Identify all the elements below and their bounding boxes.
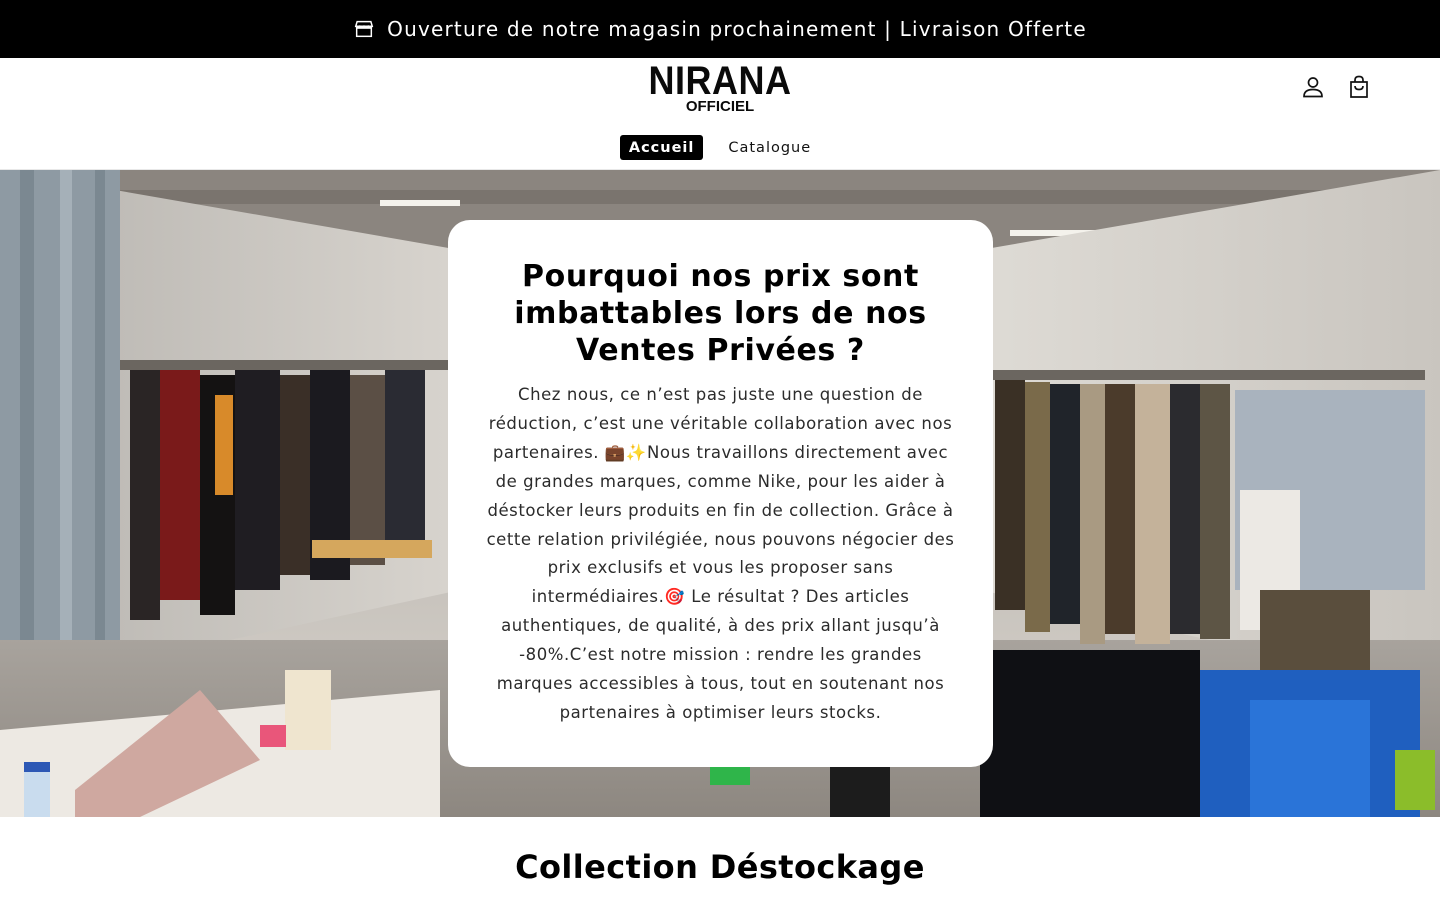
header-icons	[1300, 74, 1372, 100]
collection-title: Collection Déstockage	[515, 848, 925, 886]
logo-main-text: NIRANA	[648, 57, 792, 103]
nav-item-accueil[interactable]: Accueil	[619, 135, 704, 160]
cart-icon[interactable]	[1346, 74, 1372, 100]
hero-title: Pourquoi nos prix sont imbattables lors …	[514, 259, 927, 368]
nav-item-catalogue[interactable]: Catalogue	[719, 135, 820, 160]
account-icon[interactable]	[1300, 74, 1326, 100]
hero-card: Pourquoi nos prix sont imbattables lors …	[448, 220, 993, 767]
site-header: NIRANA OFFICIEL Accueil Catalogue	[0, 58, 1440, 170]
announcement-bar: Ouverture de notre magasin prochainement…	[0, 0, 1440, 58]
main-nav: Accueil Catalogue	[0, 135, 1440, 160]
store-icon	[354, 20, 374, 38]
hero-body-text: Chez nous, ce n’est pas juste une questi…	[486, 385, 955, 722]
hero-banner: Pourquoi nos prix sont imbattables lors …	[0, 170, 1440, 817]
announcement-text: Ouverture de notre magasin prochainement…	[387, 17, 1087, 41]
brand-logo[interactable]: NIRANA OFFICIEL	[620, 57, 820, 116]
